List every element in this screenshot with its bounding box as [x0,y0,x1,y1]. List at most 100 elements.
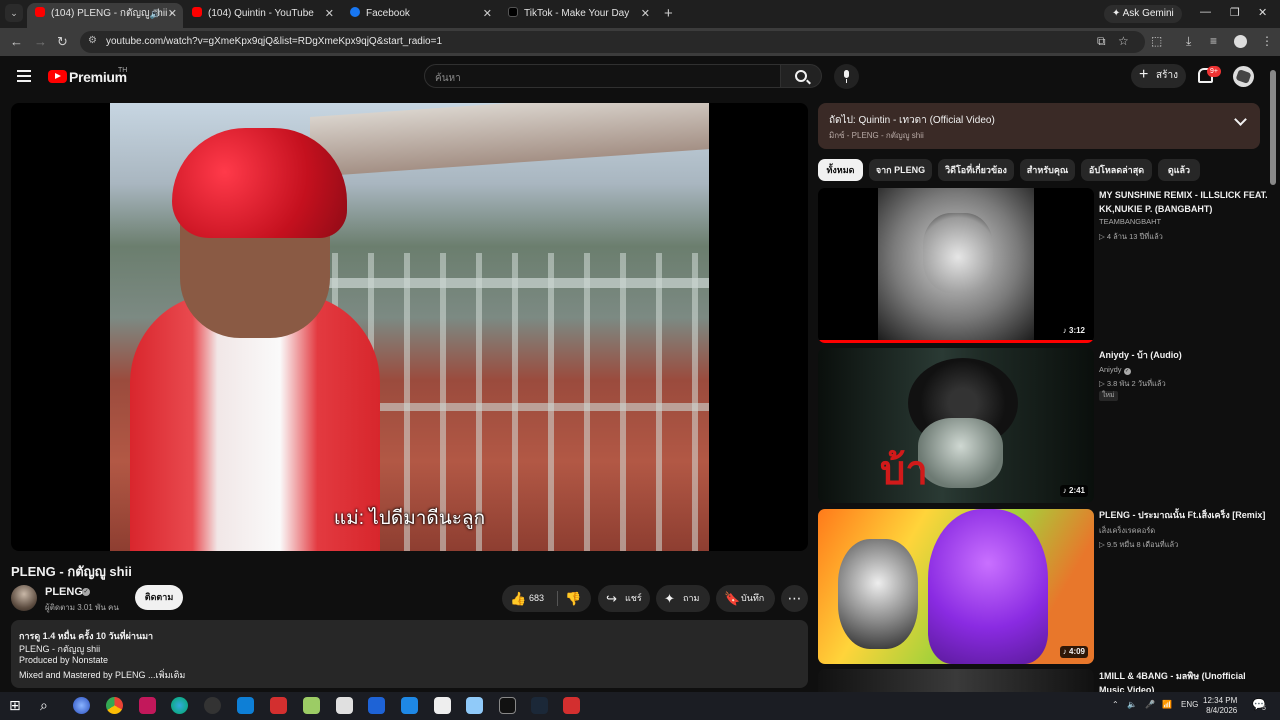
chip-all[interactable]: ทั้งหมด [818,159,863,181]
search-input[interactable]: ค้นหา [424,64,781,88]
recommendation-thumbnail[interactable] [818,669,1094,692]
new-tab-icon[interactable]: + [664,5,673,22]
network-icon[interactable]: 📶 [1162,700,1172,709]
media-controls-icon[interactable]: ≡ [1210,34,1217,48]
ask-button[interactable]: ✦ ถาม [656,585,710,612]
up-next-panel[interactable]: ถัดไป: Quintin - เทวดา (Official Video) … [818,103,1260,149]
ask-gemini-button[interactable]: ✦ Ask Gemini [1104,5,1182,23]
recommendation-title[interactable]: Aniydy - บ้า (Audio) [1099,348,1269,362]
chip-for-you[interactable]: สำหรับคุณ [1020,159,1075,181]
app-icon[interactable] [204,697,221,714]
notification-badge: 9+ [1207,66,1221,77]
app-icon[interactable] [237,697,254,714]
recommendation-title[interactable]: MY SUNSHINE REMIX - ILLSLICK FEAT. KK,NU… [1099,188,1269,216]
back-icon[interactable]: ← [10,34,23,49]
video-player[interactable]: แม่: ไปดีมาดีนะลูก [11,103,808,551]
create-button[interactable]: + สร้าง [1131,64,1186,88]
tab-search-chevron-icon[interactable]: ⌄ [5,4,23,22]
youtube-logo-icon[interactable] [48,70,67,83]
recommendation-thumbnail[interactable]: ♪ 3:12 [818,188,1094,343]
recommendation-title[interactable]: PLENG - ประมาณนั้น Ft.เส็งเคร็ง [Remix] [1099,508,1269,522]
app-icon[interactable] [563,697,580,714]
extensions-icon[interactable]: ⬚ [1151,34,1162,48]
like-count[interactable]: 683 [529,585,544,612]
verified-icon: ✓ [82,588,90,596]
description-box[interactable]: การดู 1.4 หมื่น ครั้ง 10 วันที่ผ่านมา PL… [11,620,808,688]
chrome-icon[interactable] [106,697,123,714]
forward-icon[interactable]: → [34,34,47,49]
chip-from-channel[interactable]: จาก PLENG [869,159,932,181]
channel-avatar[interactable] [11,585,37,611]
tab-pleng[interactable]: (104) PLENG - กตัญญู shii - 🔊 ✕ [27,3,183,28]
recommendation-channel[interactable]: Aniydy ✓ [1099,365,1131,375]
close-tab-icon[interactable]: ✕ [168,3,177,25]
dislike-icon[interactable]: 👎 [565,585,581,612]
save-label: บันทึก [741,593,765,603]
tab-tiktok[interactable]: TikTok - Make Your Day ✕ [500,3,656,28]
watched-progress-bar [818,340,1094,343]
downloads-icon[interactable]: ⤓ [1186,34,1191,49]
create-label: สร้าง [1156,70,1178,81]
system-clock[interactable]: 12:34 PM 8/4/2026 [1203,696,1237,716]
duration-badge: ♪ 2:41 [1059,485,1088,497]
app-icon[interactable] [303,697,320,714]
windows-start-icon[interactable]: ⊞ [9,697,26,714]
address-bar[interactable]: ⚙ youtube.com/watch?v=gXmeKpx9qjQ&list=R… [80,31,1145,53]
app-icon[interactable] [270,697,287,714]
recommendation-thumbnail[interactable]: ♪ 4:09 [818,509,1094,664]
edge-icon[interactable] [171,697,188,714]
app-icon[interactable] [139,697,156,714]
reload-icon[interactable]: ↻ [57,34,68,50]
app-icon[interactable] [401,697,418,714]
tab-facebook[interactable]: Facebook ✕ [342,3,498,28]
like-icon[interactable]: 👍 [510,585,526,612]
document-icon[interactable] [434,697,451,714]
search-button[interactable] [781,64,822,88]
install-app-icon[interactable]: ⧉ [1097,34,1106,49]
site-info-icon[interactable]: ⚙ [88,35,97,46]
microphone-tray-icon[interactable]: 🎤 [1145,700,1155,709]
recommendation-channel[interactable]: เส็งเคร็งเรคคอร์ด [1099,525,1155,537]
window-close-icon[interactable]: ✕ [1258,6,1267,19]
subscribe-button[interactable]: ติดตาม [135,585,183,610]
close-tab-icon[interactable]: ✕ [641,3,650,25]
app-icon[interactable] [368,697,385,714]
minimize-icon[interactable]: — [1200,6,1211,18]
tray-overflow-icon[interactable]: ⌃ [1112,700,1119,709]
share-button[interactable]: ↪ แชร์ [598,585,650,612]
page-scrollbar[interactable] [1270,70,1276,185]
app-icon[interactable] [499,697,516,714]
language-indicator[interactable]: ENG [1181,700,1198,709]
browser-menu-icon[interactable]: ⋮ [1261,34,1273,48]
close-tab-icon[interactable]: ✕ [483,3,492,25]
tab-audio-icon[interactable]: 🔊 [150,3,161,25]
chip-recently-uploaded[interactable]: อัปโหลดล่าสุด [1081,159,1152,181]
recommendation-thumbnail[interactable]: บ้า ♪ 2:41 [818,348,1094,503]
file-icon[interactable] [336,697,353,714]
browser-toolbar: ← → ↻ ⚙ youtube.com/watch?v=gXmeKpx9qjQ&… [0,28,1280,56]
volume-icon[interactable]: 🔈 [1127,700,1137,709]
bookmark-star-icon[interactable]: ☆ [1118,34,1129,48]
account-avatar[interactable] [1233,66,1254,87]
gemini-icon: ✦ [1112,8,1121,19]
chevron-down-icon[interactable] [1234,113,1247,126]
recommendation-channel[interactable]: TEAMBANGBAHT [1099,217,1161,226]
profile-avatar-icon[interactable] [1234,35,1247,48]
app-icon[interactable] [466,697,483,714]
more-actions-button[interactable]: ⋯ [781,585,808,612]
copilot-icon[interactable] [73,697,90,714]
chip-related[interactable]: วิดีโอที่เกี่ยวข้อง [938,159,1014,181]
restore-icon[interactable]: ❐ [1230,6,1240,19]
description-line: Mixed and Mastered by PLENG ...เพิ่มเติม [19,670,186,680]
menu-icon[interactable] [17,70,31,85]
video-title: PLENG - กตัญญู shii [11,564,132,579]
search-icon[interactable]: ⌕ [40,697,57,714]
chip-watched[interactable]: ดูแล้ว [1158,159,1200,181]
windows-taskbar: ⊞ ⌕ ⌃ 🔈 🎤 📶 ENG 12:34 PM 8/4/2026 💬 5 [0,692,1280,720]
close-tab-icon[interactable]: ✕ [325,3,334,25]
steam-icon[interactable] [531,697,548,714]
tab-quintin[interactable]: (104) Quintin - YouTube ✕ [184,3,340,28]
channel-name[interactable]: PLENG [45,586,83,598]
voice-search-button[interactable] [834,64,859,89]
save-button[interactable]: 🔖 บันทึก [716,585,775,612]
